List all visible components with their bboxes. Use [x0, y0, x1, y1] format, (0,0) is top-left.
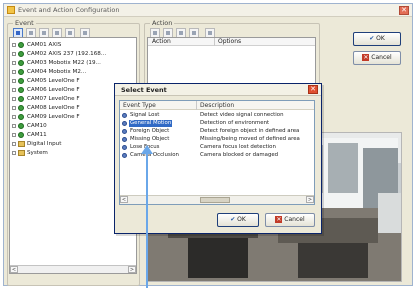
event-description: Detection of environment: [200, 120, 270, 126]
camera-icon: [18, 78, 24, 84]
event-list-hscroll[interactable]: < >: [120, 195, 314, 204]
camera-icon: [18, 87, 24, 93]
expand-toggle-icon[interactable]: [12, 97, 16, 101]
action-list-header: Action Options: [148, 38, 315, 46]
tree-item-label: CAM03 Mobotix M22 (19...: [27, 60, 101, 66]
cancel-x-icon: ✕: [275, 216, 283, 223]
expand-toggle-icon[interactable]: [12, 43, 16, 47]
camera-icon: [18, 51, 24, 57]
dialog-cancel-button[interactable]: ✕ Cancel: [265, 213, 315, 227]
event-type-label: Missing Object: [130, 136, 170, 142]
event-type-icon: [122, 153, 127, 158]
window-title: Event and Action Configuration: [18, 6, 120, 14]
dialog-cancel-label: Cancel: [284, 216, 305, 223]
camera-icon: [18, 132, 24, 138]
dialog-close-icon[interactable]: ✕: [308, 85, 318, 94]
event-type-label: Foreign Object: [130, 128, 170, 134]
window-close-icon[interactable]: ✕: [399, 6, 409, 15]
options-col-header[interactable]: Options: [218, 38, 241, 46]
scroll-left-icon[interactable]: <: [120, 196, 128, 203]
expand-toggle-icon[interactable]: [12, 52, 16, 56]
event-type-label: Camera Occlusion: [130, 152, 179, 158]
event-list-header: Event Type Description: [120, 101, 314, 110]
event-type-row[interactable]: General Motion Detection of environment: [120, 120, 314, 127]
camera-icon: [18, 96, 24, 102]
pointer-arrow-icon: [146, 152, 148, 288]
camera-icon: [18, 105, 24, 111]
scroll-thumb[interactable]: [200, 197, 230, 203]
event-type-icon: [122, 113, 127, 118]
event-description: Camera blocked or damaged: [200, 152, 279, 158]
event-description: Camera focus lost detection: [200, 144, 276, 150]
tree-item-label: Digital Input: [27, 141, 62, 147]
dialog-ok-label: OK: [237, 216, 246, 223]
expand-toggle-icon[interactable]: [12, 70, 16, 74]
tree-item-label: System: [27, 150, 48, 156]
event-description: Detect foreign object in defined area: [200, 128, 300, 134]
check-icon: ✔: [369, 35, 375, 42]
tree-item-label: CAM09 LevelOne F: [27, 114, 80, 120]
event-group-label: Event: [13, 19, 36, 27]
camera-icon: [18, 60, 24, 66]
expand-toggle-icon[interactable]: [12, 106, 16, 110]
cancel-x-icon: ✕: [362, 54, 370, 61]
event-type-label: General Motion: [129, 120, 173, 127]
tree-item-label: CAM02 AXIS 237 (192.168...: [27, 51, 107, 57]
cancel-button-label: Cancel: [371, 54, 392, 61]
event-type-icon: [122, 137, 127, 142]
tree-item-label: CAM04 Mobotix M2...: [27, 69, 87, 75]
expand-toggle-icon[interactable]: [12, 151, 16, 155]
expand-toggle-icon[interactable]: [12, 79, 16, 83]
select-event-title: Select Event: [121, 86, 167, 94]
camera-icon: [18, 123, 24, 129]
ok-button-label: OK: [376, 35, 385, 42]
expand-toggle-icon[interactable]: [12, 88, 16, 92]
check-icon: ✔: [230, 216, 236, 223]
tree-item-label: CAM10: [27, 123, 47, 129]
tree-item-label: CAM07 LevelOne F: [27, 96, 80, 102]
expand-toggle-icon[interactable]: [12, 115, 16, 119]
event-action-window: Event and Action Configuration ✕ Event S…: [3, 3, 413, 286]
expand-toggle-icon[interactable]: [12, 142, 16, 146]
event-type-icon: [122, 129, 127, 134]
column-divider: [214, 38, 215, 46]
event-type-icon: [122, 121, 127, 126]
camera-icon: [18, 114, 24, 120]
window-titlebar: Event and Action Configuration ✕: [4, 4, 412, 17]
scroll-left-icon[interactable]: <: [10, 266, 18, 273]
dialog-ok-button[interactable]: ✔ OK: [217, 213, 259, 227]
tree-item-label: CAM08 LevelOne F: [27, 105, 80, 111]
camera-icon: [18, 69, 24, 75]
expand-toggle-icon[interactable]: [12, 133, 16, 137]
scroll-right-icon[interactable]: >: [306, 196, 314, 203]
camera-icon: [18, 42, 24, 48]
select-event-titlebar: Select Event ✕: [115, 84, 321, 96]
cancel-button[interactable]: ✕ Cancel: [353, 51, 401, 65]
event-type-col-header[interactable]: Event Type: [123, 102, 156, 109]
tree-item-label: CAM01 AXIS: [27, 42, 62, 48]
folder-icon: [18, 150, 25, 156]
event-description: Missing/being moved of defined area: [200, 136, 300, 142]
event-type-row[interactable]: Missing Object Missing/being moved of def…: [120, 136, 314, 143]
expand-toggle-icon[interactable]: [12, 124, 16, 128]
tree-item-label: CAM11: [27, 132, 47, 138]
action-group-label: Action: [150, 19, 175, 27]
scroll-right-icon[interactable]: >: [128, 266, 136, 273]
event-type-row[interactable]: Foreign Object Detect foreign object in d…: [120, 128, 314, 135]
column-divider: [196, 101, 197, 110]
description-col-header[interactable]: Description: [200, 102, 234, 109]
folder-icon: [18, 141, 25, 147]
tree-item-label: CAM06 LevelOne F: [27, 87, 80, 93]
expand-toggle-icon[interactable]: [12, 61, 16, 65]
event-description: Detect video signal connection: [200, 112, 284, 118]
ok-button[interactable]: ✔ OK: [353, 32, 401, 46]
app-icon: [7, 6, 15, 14]
event-tree-hscroll[interactable]: < >: [10, 265, 136, 273]
event-type-label: Signal Lost: [130, 112, 160, 118]
action-col-header[interactable]: Action: [152, 38, 171, 46]
event-type-row[interactable]: Signal Lost Detect video signal connectio…: [120, 112, 314, 119]
tree-item-label: CAM05 LevelOne F: [27, 78, 80, 84]
event-type-icon: [122, 145, 127, 150]
